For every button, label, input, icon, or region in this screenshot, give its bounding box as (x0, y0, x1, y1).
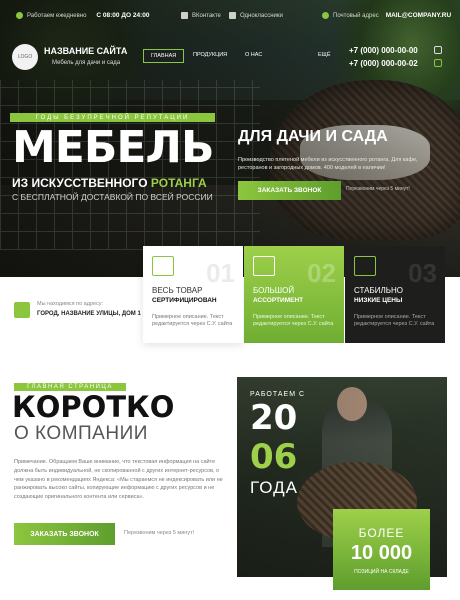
feature-card-1: 01 ВЕСЬ ТОВАР СЕРТИФИЦИРОВАН Примерное о… (143, 246, 243, 343)
hero-subtitle-a: ИЗ ИСКУССТВЕННОГО (12, 176, 148, 190)
email-label: Почтовый адрес (333, 12, 379, 19)
card-line2: НИЗКИЕ ЦЕНЫ (354, 297, 403, 304)
card-number: 03 (408, 258, 437, 288)
hero-callback-note: Перезвоним через 5 минут! (346, 186, 410, 192)
hero-subtitle: ИЗ ИСКУССТВЕННОГО РОТАНГА (12, 176, 207, 190)
ok-icon (229, 12, 236, 19)
logo-text: LOGO (17, 54, 33, 60)
card-desc: Примерное описание. Текст редактируется … (152, 314, 233, 328)
ok-link[interactable]: Одноклассники (229, 12, 283, 19)
phone-icon[interactable] (434, 46, 442, 54)
working-since-label: РАБОТАЕМ С (250, 391, 306, 398)
mail-icon (322, 12, 329, 19)
nav-about[interactable]: О НАС (245, 52, 262, 58)
card-number: 01 (206, 258, 235, 288)
card-line1: БОЛЬШОЙ (253, 286, 295, 295)
about-title: КОРОТКО (12, 390, 175, 424)
site-name[interactable]: НАЗВАНИЕ САЙТА (44, 46, 127, 56)
vk-label: ВКонтакте (192, 12, 221, 19)
topbar: Работаем ежедневно С 08:00 ДО 24:00 ВКон… (0, 0, 460, 32)
map-marker-icon (14, 302, 30, 318)
clock-icon (16, 12, 23, 19)
stock-box: БОЛЕЕ 10 000 ПОЗИЦИЙ НА СКЛАДЕ (333, 509, 430, 590)
address-label: Мы находимся по адресу: (37, 301, 104, 307)
more-value: 10 000 (350, 542, 413, 564)
years-label: ГОДЫ БЕЗУПРЕЧНОЙ РЕПУТАЦИИ (10, 113, 215, 122)
hours: Работаем ежедневно С 08:00 ДО 24:00 (16, 12, 149, 19)
feature-card-3: 03 СТАБИЛЬНО НИЗКИЕ ЦЕНЫ Примерное описа… (345, 246, 445, 343)
address-value: ГОРОД, НАЗВАНИЕ УЛИЦЫ, ДОМ 1 (37, 311, 141, 317)
year-part-a: 20 (250, 398, 298, 438)
phone-2[interactable]: +7 (000) 000-00-02 (349, 59, 418, 68)
hero-right-title: ДЛЯ ДАЧИ И САДА (238, 128, 388, 145)
about-callback-note: Перезвоним через 5 минут! (124, 530, 195, 536)
email[interactable]: Почтовый адрес MAIL@COMPANY.RU (322, 12, 451, 19)
hero-description: Производство плетеной мебели из искусств… (238, 157, 418, 172)
certificate-icon (152, 256, 174, 276)
hours-value: С 08:00 ДО 24:00 (96, 12, 150, 19)
hero-title: МЕБЕЛЬ (12, 122, 215, 173)
coins-icon (354, 256, 376, 276)
ok-label: Одноклассники (240, 12, 283, 19)
card-number: 02 (307, 258, 336, 288)
card-desc: Примерное описание. Текст редактируется … (253, 314, 334, 328)
about-subtitle: О КОМПАНИИ (14, 423, 148, 444)
card-desc: Примерное описание. Текст редактируется … (354, 314, 435, 328)
logo[interactable]: LOGO (12, 44, 38, 70)
nav-more[interactable]: ЕЩЁ (318, 52, 331, 58)
order-call-button[interactable]: ЗАКАЗАТЬ ЗВОНОК (238, 181, 341, 200)
card-line1: ВЕСЬ ТОВАР (152, 286, 203, 295)
hero-subtitle-b: РОТАНГА (150, 176, 207, 190)
email-value: MAIL@COMPANY.RU (385, 12, 452, 19)
vk-icon (181, 12, 188, 19)
order-call-button-2[interactable]: ЗАКАЗАТЬ ЗВОНОК (14, 523, 115, 545)
phone-1[interactable]: +7 (000) 000-00-00 (349, 46, 418, 55)
warehouse-icon (253, 256, 275, 276)
about-paragraph: Примечание. Обращаем Ваше внимание, что … (14, 459, 223, 501)
card-line2: АССОРТИМЕНТ (253, 297, 304, 304)
year-word: ГОДА (250, 478, 298, 497)
site-subtitle: Мебель для дачи и сада (52, 60, 121, 66)
hours-label: Работаем ежедневно (27, 12, 87, 19)
nav-home[interactable]: ГЛАВНАЯ (143, 49, 185, 63)
feature-card-2: 02 БОЛЬШОЙ АССОРТИМЕНТ Примерное описани… (244, 246, 344, 343)
card-line2: СЕРТИФИЦИРОВАН (152, 297, 217, 304)
hero-delivery: С БЕСПЛАТНОЙ ДОСТАВКОЙ ПО ВСЕЙ РОССИИ (12, 192, 213, 202)
year-part-b: 06 (250, 437, 298, 477)
more-sub: ПОЗИЦИЙ НА СКЛАДЕ (354, 569, 409, 575)
vk-link[interactable]: ВКонтакте (181, 12, 221, 19)
more-label: БОЛЕЕ (358, 526, 405, 540)
nav-products[interactable]: ПРОДУКЦИЯ (193, 52, 227, 58)
card-line1: СТАБИЛЬНО (354, 286, 403, 295)
callback-icon[interactable] (434, 59, 442, 67)
